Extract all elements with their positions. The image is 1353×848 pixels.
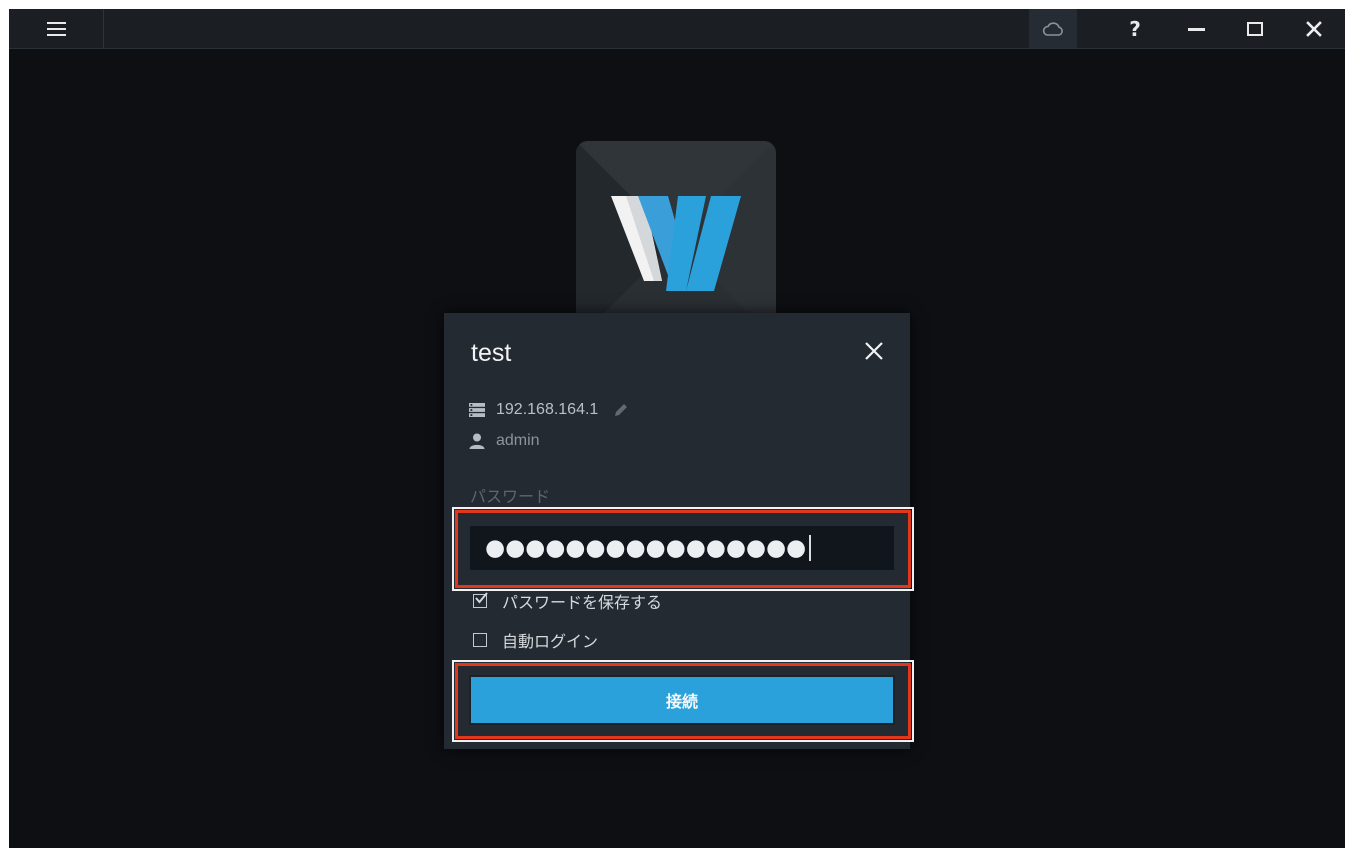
close-icon — [865, 342, 883, 360]
auto-login-label: 自動ログイン — [502, 632, 599, 651]
hamburger-menu-icon — [46, 21, 66, 36]
server-info: 192.168.164.1 — [466, 398, 634, 422]
dialog-close-button[interactable] — [858, 335, 890, 367]
minimize-button[interactable] — [1173, 9, 1219, 48]
close-icon — [1306, 20, 1322, 37]
user-info: admin — [466, 429, 540, 453]
password-label: パスワード — [470, 487, 551, 506]
edit-server-button[interactable] — [612, 400, 634, 420]
connect-label: 接続 — [665, 692, 698, 711]
maximize-icon — [1247, 21, 1263, 36]
cloud-icon — [1042, 21, 1063, 36]
password-input[interactable]: ●●●●●●●●●●●●●●●● — [470, 526, 894, 570]
save-password-label: パスワードを保存する — [502, 593, 663, 612]
pencil-icon — [615, 404, 628, 416]
cloud-button[interactable] — [1029, 9, 1077, 48]
help-button[interactable]: ? — [1112, 9, 1158, 48]
minimize-icon — [1187, 28, 1205, 31]
user-icon — [466, 431, 488, 451]
connect-button[interactable]: 接続 — [469, 675, 895, 725]
help-label: ? — [1129, 16, 1141, 41]
dialog-title: test — [471, 339, 512, 367]
text-caret — [809, 535, 811, 561]
save-password-checkbox[interactable]: パスワードを保存する — [473, 590, 662, 612]
window-close-button[interactable] — [1291, 9, 1337, 48]
checkbox-checked-icon — [473, 592, 488, 608]
server-icon — [466, 400, 488, 420]
maximize-button[interactable] — [1232, 9, 1278, 48]
title-bar: ? — [9, 9, 1345, 49]
login-dialog: test 192.168.164.1 admin パスワード ●●●●●●●●●… — [444, 313, 914, 749]
password-value: ●●●●●●●●●●●●●●●● — [485, 535, 807, 561]
auto-login-checkbox[interactable]: 自動ログイン — [473, 629, 598, 651]
app-logo — [576, 141, 776, 341]
server-address: 192.168.164.1 — [496, 401, 599, 418]
menu-button[interactable] — [9, 9, 104, 48]
username: admin — [496, 432, 540, 449]
w-logo-icon — [611, 196, 741, 291]
app-window: ? test 192.168.164.1 admin パスワード ●●●●●●●… — [9, 9, 1345, 848]
checkbox-unchecked-icon — [473, 633, 487, 647]
